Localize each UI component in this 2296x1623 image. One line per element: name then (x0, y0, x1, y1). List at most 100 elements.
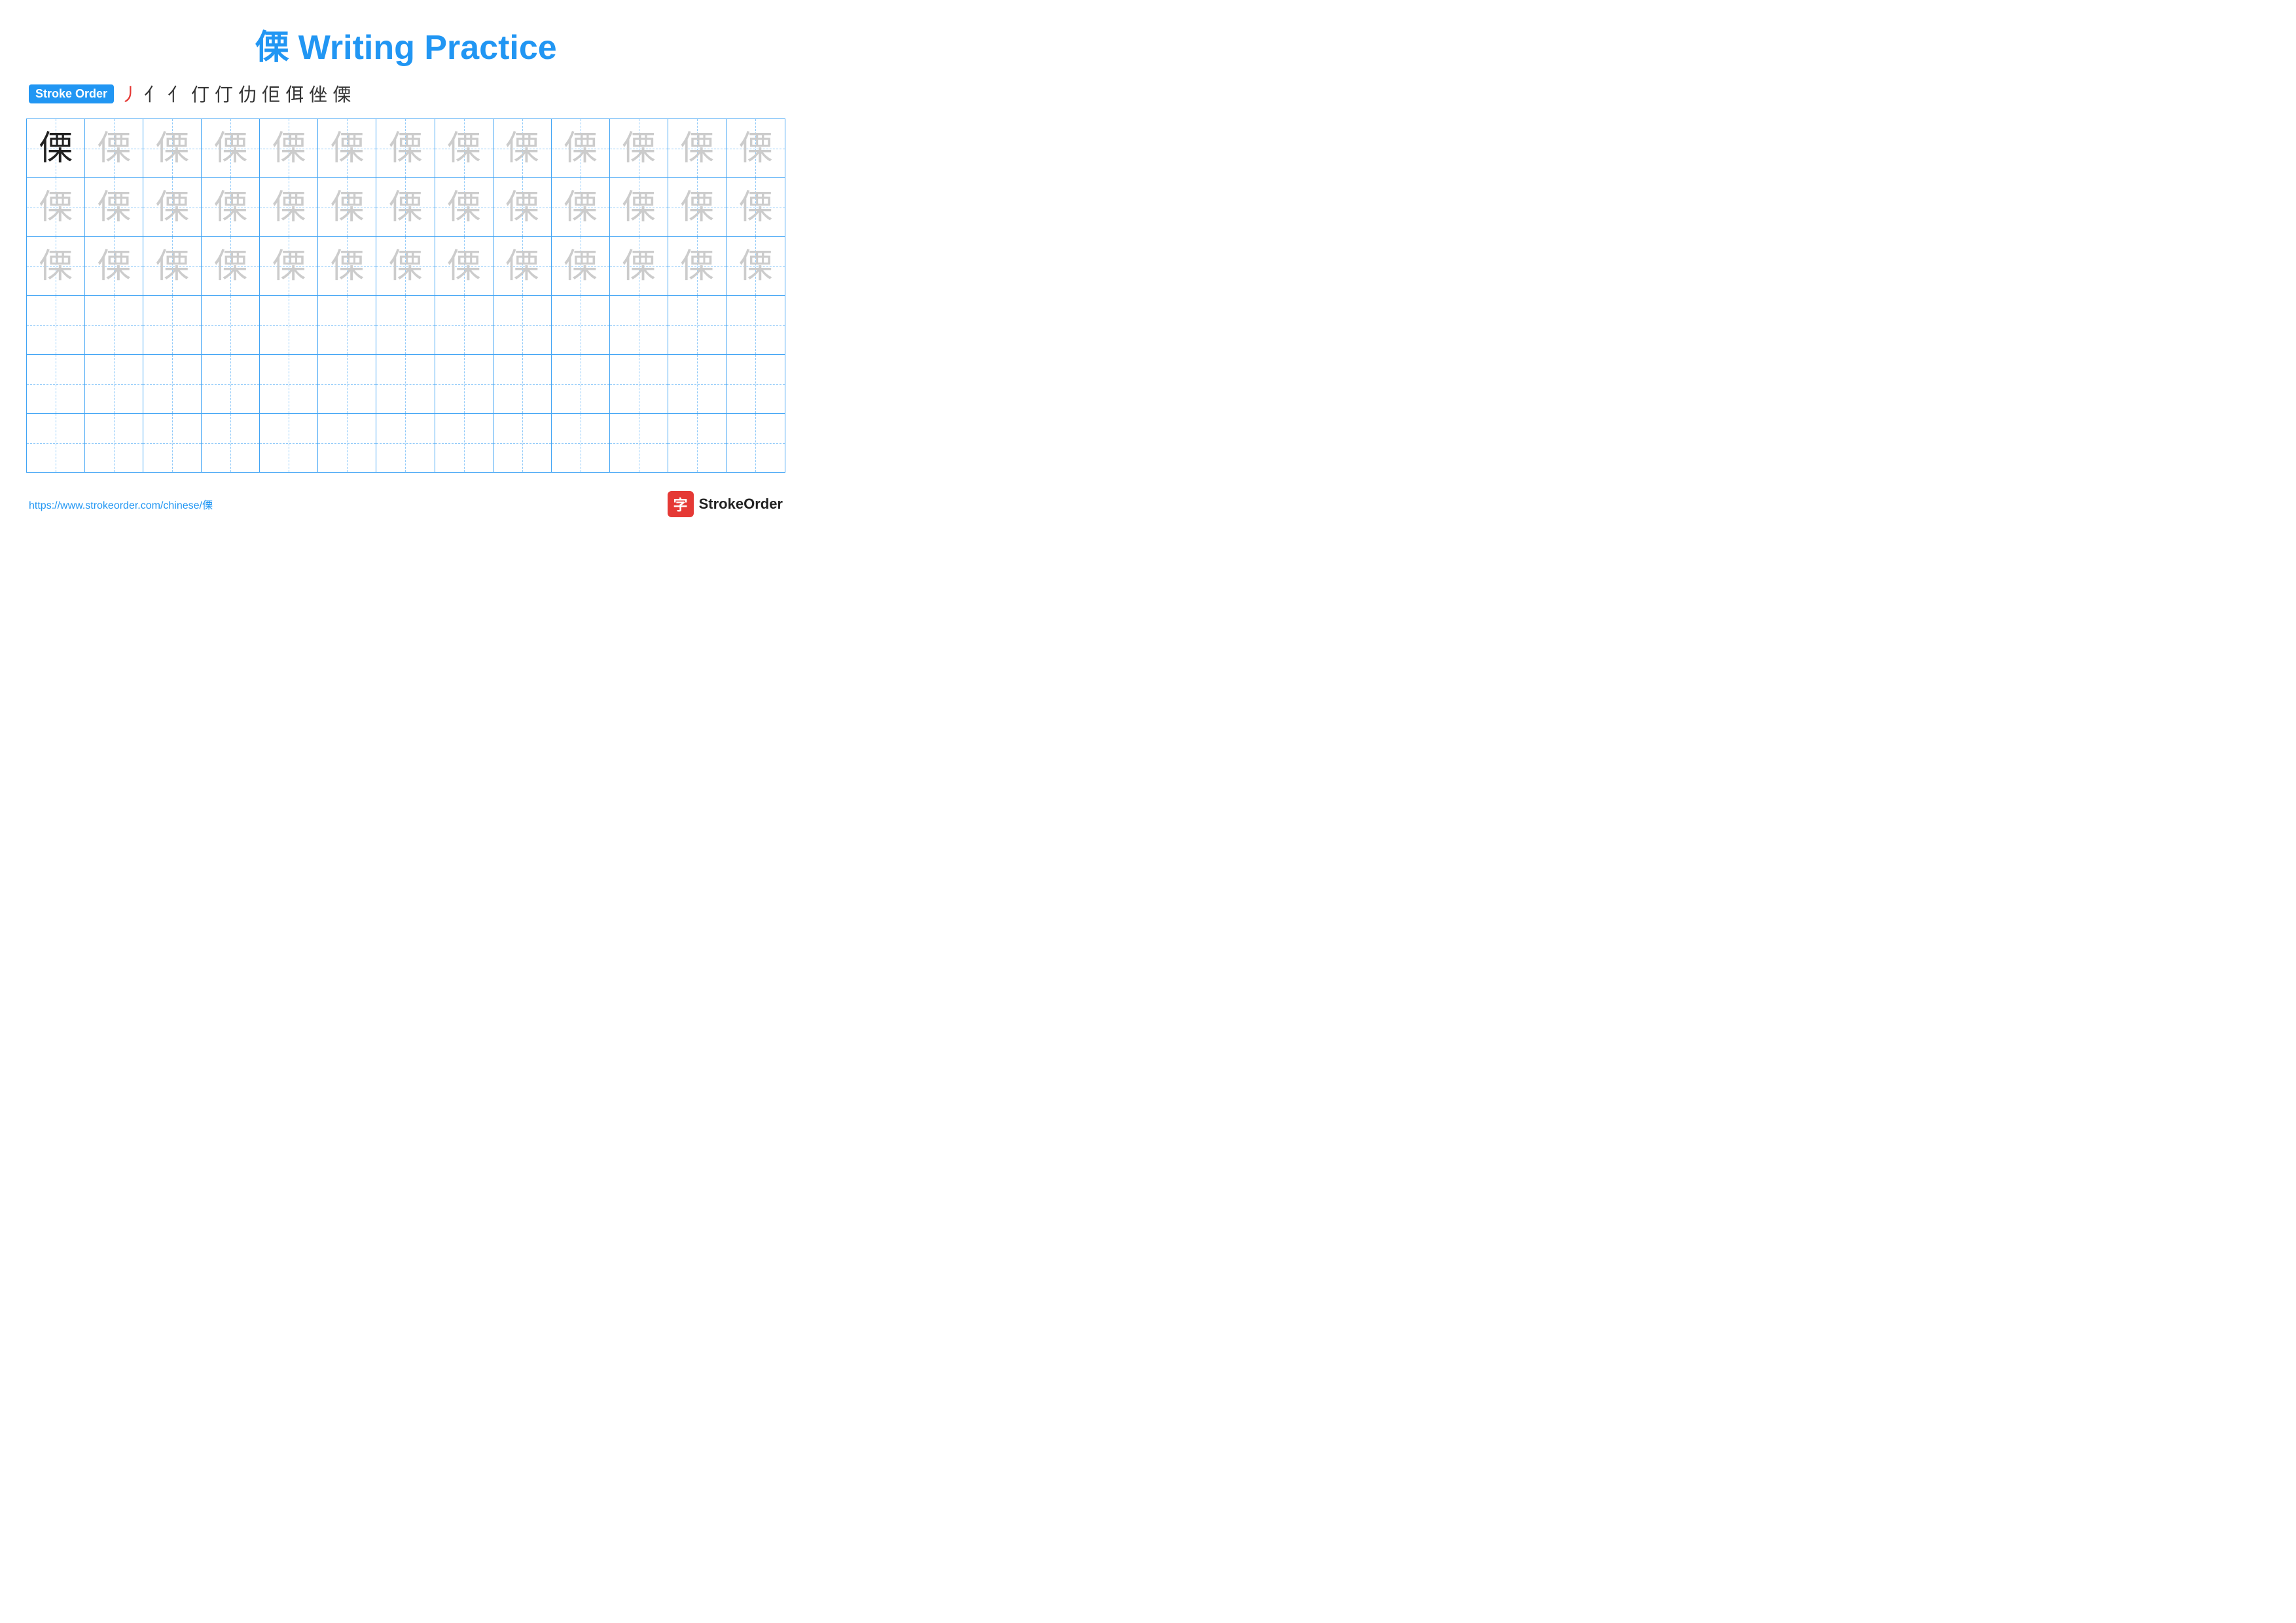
grid-cell-4-8[interactable] (435, 296, 493, 354)
char-display: 傈 (272, 249, 306, 283)
grid-cell-6-11[interactable] (610, 414, 668, 472)
grid-cell-1-6[interactable]: 傈 (318, 119, 376, 177)
grid-cell-4-4[interactable] (202, 296, 260, 354)
grid-cell-5-1[interactable] (27, 355, 85, 413)
grid-cell-6-9[interactable] (493, 414, 552, 472)
grid-cell-4-2[interactable] (85, 296, 143, 354)
grid-cell-3-3[interactable]: 傈 (143, 237, 202, 295)
grid-cell-1-11[interactable]: 傈 (610, 119, 668, 177)
grid-cell-4-6[interactable] (318, 296, 376, 354)
grid-cell-5-7[interactable] (376, 355, 435, 413)
grid-cell-5-9[interactable] (493, 355, 552, 413)
grid-cell-1-7[interactable]: 傈 (376, 119, 435, 177)
grid-cell-5-4[interactable] (202, 355, 260, 413)
logo-icon: 字 (668, 491, 694, 517)
grid-cell-3-2[interactable]: 傈 (85, 237, 143, 295)
grid-cell-3-7[interactable]: 傈 (376, 237, 435, 295)
char-display: 傈 (155, 191, 189, 225)
grid-cell-1-3[interactable]: 傈 (143, 119, 202, 177)
grid-cell-3-8[interactable]: 傈 (435, 237, 493, 295)
char-display: 傈 (680, 132, 714, 166)
grid-cell-4-13[interactable] (726, 296, 785, 354)
grid-cell-5-11[interactable] (610, 355, 668, 413)
grid-cell-3-9[interactable]: 傈 (493, 237, 552, 295)
grid-cell-1-5[interactable]: 傈 (260, 119, 318, 177)
grid-cell-5-8[interactable] (435, 355, 493, 413)
grid-cell-4-1[interactable] (27, 296, 85, 354)
grid-cell-3-10[interactable]: 傈 (552, 237, 610, 295)
grid-cell-3-5[interactable]: 傈 (260, 237, 318, 295)
grid-cell-6-6[interactable] (318, 414, 376, 472)
footer-logo: 字 StrokeOrder (668, 491, 783, 517)
grid-cell-2-7[interactable]: 傈 (376, 178, 435, 236)
grid-cell-1-1[interactable]: 傈 (27, 119, 85, 177)
grid-cell-4-5[interactable] (260, 296, 318, 354)
char-display: 傈 (39, 249, 73, 283)
grid-cell-2-13[interactable]: 傈 (726, 178, 785, 236)
char-display: 傈 (97, 249, 131, 283)
grid-cell-2-1[interactable]: 傈 (27, 178, 85, 236)
char-display: 傈 (272, 191, 306, 225)
grid-cell-1-4[interactable]: 傈 (202, 119, 260, 177)
grid-cell-5-3[interactable] (143, 355, 202, 413)
grid-cell-2-3[interactable]: 傈 (143, 178, 202, 236)
grid-cell-4-9[interactable] (493, 296, 552, 354)
grid-cell-2-8[interactable]: 傈 (435, 178, 493, 236)
grid-cell-3-6[interactable]: 傈 (318, 237, 376, 295)
grid-cell-6-8[interactable] (435, 414, 493, 472)
grid-cell-6-1[interactable] (27, 414, 85, 472)
char-display: 傈 (213, 191, 247, 225)
char-display: 傈 (97, 132, 131, 166)
grid-cell-2-12[interactable]: 傈 (668, 178, 726, 236)
grid-cell-6-3[interactable] (143, 414, 202, 472)
grid-cell-4-12[interactable] (668, 296, 726, 354)
grid-cell-3-11[interactable]: 傈 (610, 237, 668, 295)
grid-cell-2-5[interactable]: 傈 (260, 178, 318, 236)
grid-cell-2-9[interactable]: 傈 (493, 178, 552, 236)
grid-cell-6-4[interactable] (202, 414, 260, 472)
grid-cell-1-8[interactable]: 傈 (435, 119, 493, 177)
char-display: 傈 (505, 132, 539, 166)
grid-cell-3-13[interactable]: 傈 (726, 237, 785, 295)
grid-cell-1-10[interactable]: 傈 (552, 119, 610, 177)
char-display: 傈 (330, 249, 364, 283)
grid-cell-2-2[interactable]: 傈 (85, 178, 143, 236)
grid-cell-2-11[interactable]: 傈 (610, 178, 668, 236)
char-display: 傈 (564, 191, 598, 225)
grid-cell-5-2[interactable] (85, 355, 143, 413)
char-display: 傈 (97, 191, 131, 225)
stroke-8: 佴 (285, 81, 304, 107)
grid-cell-1-2[interactable]: 傈 (85, 119, 143, 177)
logo-text: StrokeOrder (699, 496, 783, 513)
grid-cell-5-12[interactable] (668, 355, 726, 413)
grid-cell-6-5[interactable] (260, 414, 318, 472)
grid-cell-2-4[interactable]: 傈 (202, 178, 260, 236)
grid-cell-5-5[interactable] (260, 355, 318, 413)
char-display: 傈 (622, 249, 656, 283)
grid-row-3: 傈 傈 傈 傈 傈 傈 傈 傈 傈 傈 傈 傈 傈 (27, 237, 785, 296)
grid-cell-4-10[interactable] (552, 296, 610, 354)
grid-cell-6-13[interactable] (726, 414, 785, 472)
grid-cell-5-10[interactable] (552, 355, 610, 413)
grid-cell-4-11[interactable] (610, 296, 668, 354)
char-display: 傈 (388, 249, 422, 283)
grid-cell-3-12[interactable]: 傈 (668, 237, 726, 295)
grid-cell-6-2[interactable] (85, 414, 143, 472)
char-display: 傈 (622, 132, 656, 166)
grid-cell-4-3[interactable] (143, 296, 202, 354)
grid-cell-3-4[interactable]: 傈 (202, 237, 260, 295)
grid-cell-2-10[interactable]: 傈 (552, 178, 610, 236)
grid-cell-6-7[interactable] (376, 414, 435, 472)
stroke-1: 丿 (120, 81, 139, 107)
grid-cell-5-13[interactable] (726, 355, 785, 413)
grid-cell-2-6[interactable]: 傈 (318, 178, 376, 236)
grid-cell-5-6[interactable] (318, 355, 376, 413)
grid-cell-3-1[interactable]: 傈 (27, 237, 85, 295)
grid-cell-1-13[interactable]: 傈 (726, 119, 785, 177)
char-display: 傈 (447, 249, 481, 283)
grid-cell-1-9[interactable]: 傈 (493, 119, 552, 177)
grid-cell-6-10[interactable] (552, 414, 610, 472)
grid-cell-1-12[interactable]: 傈 (668, 119, 726, 177)
grid-cell-4-7[interactable] (376, 296, 435, 354)
grid-cell-6-12[interactable] (668, 414, 726, 472)
